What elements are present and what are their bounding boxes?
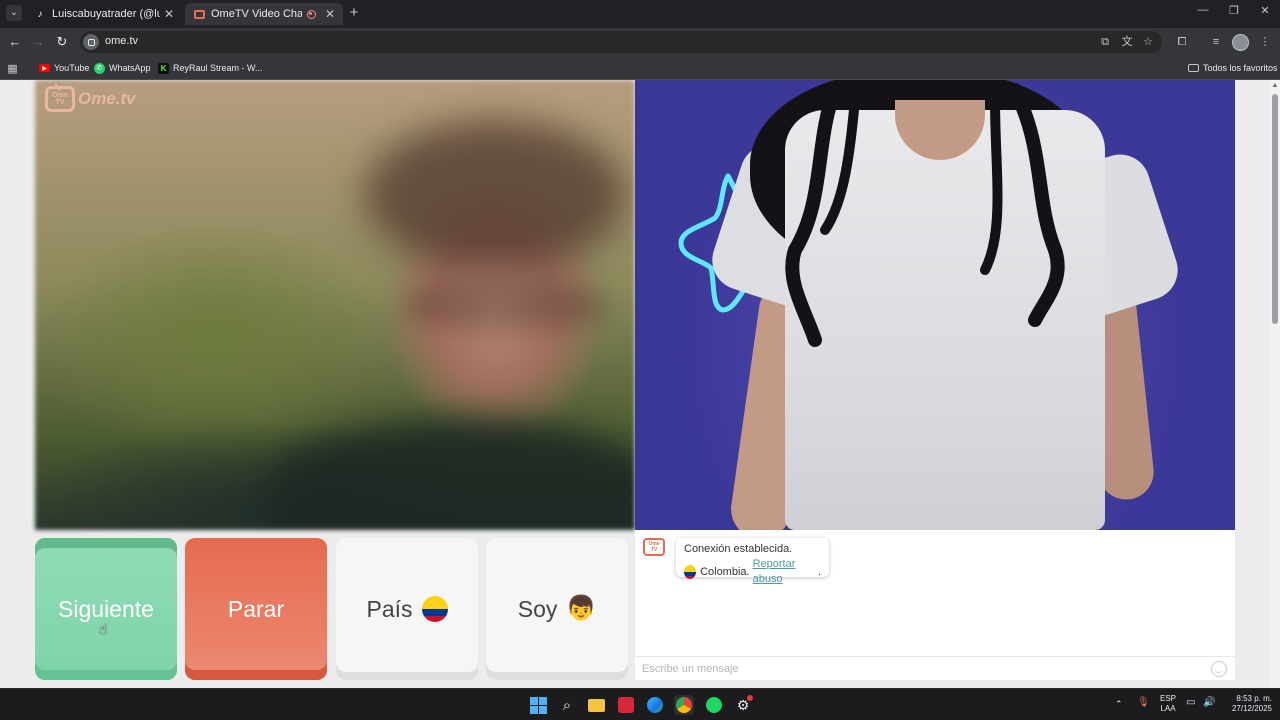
ometv-chat-logo-icon: Ome TV bbox=[643, 538, 665, 556]
app-badge-icon[interactable]: ⚙ bbox=[733, 695, 753, 715]
message-input[interactable] bbox=[642, 661, 1202, 677]
system-message: Conexión establecida. Colombia. Reportar… bbox=[676, 538, 829, 585]
colombia-flag-icon bbox=[684, 565, 697, 579]
youtube-icon: ▶ bbox=[39, 64, 50, 72]
country-label: País bbox=[366, 595, 413, 622]
tab-luiscabuyatrader[interactable]: ♪ Luiscabuyatrader (@luiscaforex ✕ bbox=[26, 3, 182, 25]
logo-text: Ome.tv bbox=[78, 89, 136, 108]
video-blur-shape bbox=[405, 280, 605, 330]
bookmark-whatsapp[interactable]: ✆ WhatsApp bbox=[94, 61, 151, 75]
volume-icon[interactable]: 🔊 bbox=[1203, 698, 1215, 708]
whatsapp-icon: ✆ bbox=[94, 62, 105, 74]
url-text[interactable]: ome.tv bbox=[105, 35, 138, 47]
ometv-favicon-icon bbox=[193, 8, 205, 20]
tv-icon: Ome TV bbox=[45, 86, 75, 112]
scroll-up-icon[interactable]: ▲ bbox=[1271, 82, 1279, 89]
close-tab-icon[interactable]: ✕ bbox=[164, 7, 174, 21]
chat-panel: Ome TV Conexión establecida. Colombia. R… bbox=[635, 530, 1235, 680]
browser-tab-bar: ⌄ ♪ Luiscabuyatrader (@luiscaforex ✕ Ome… bbox=[0, 0, 1280, 28]
spotify-icon[interactable] bbox=[704, 695, 724, 715]
gender-label: Soy bbox=[517, 595, 558, 622]
recording-indicator-icon bbox=[306, 9, 316, 19]
video-blur-shape bbox=[365, 120, 625, 270]
tab-ometv[interactable]: OmeTV Video Chat — Ome ✕ bbox=[185, 3, 343, 25]
tab-title: Luiscabuyatrader (@luiscaforex bbox=[52, 8, 160, 20]
reload-icon[interactable]: ↻ bbox=[53, 34, 71, 50]
hand-cursor-icon: ☝ bbox=[99, 621, 108, 637]
tiktok-icon: ♪ bbox=[37, 8, 43, 20]
local-video bbox=[35, 80, 635, 530]
ometv-logo: Ome TV Ome.tv bbox=[45, 86, 136, 112]
boy-emoji-icon: 👦 bbox=[566, 595, 597, 622]
minimize-button[interactable]: — bbox=[1191, 4, 1215, 16]
show-hidden-icons-chevron-icon[interactable]: ⌃ bbox=[1115, 699, 1123, 709]
edge-icon[interactable] bbox=[645, 695, 665, 715]
chrome-icon[interactable] bbox=[674, 695, 694, 715]
windows-start-icon[interactable] bbox=[528, 695, 548, 715]
next-label: Siguiente bbox=[58, 595, 154, 622]
video-blur-shape bbox=[265, 420, 635, 530]
translate-icon[interactable]: 文 bbox=[1119, 34, 1135, 50]
report-abuse-link[interactable]: Reportar abuso bbox=[753, 557, 818, 587]
bookmarks-bar: ▦ ▶ YouTube ✆ WhatsApp K ReyRaul Stream … bbox=[0, 56, 1280, 80]
language-layout: LAA bbox=[1160, 704, 1176, 713]
extensions-puzzle-icon[interactable]: ⧠ bbox=[1174, 34, 1190, 50]
emoji-smiley-icon[interactable] bbox=[1211, 661, 1227, 677]
bookmark-reyraul[interactable]: K ReyRaul Stream - W... bbox=[158, 61, 263, 75]
clock-time: 8:53 p. m. bbox=[1236, 694, 1272, 703]
folder-icon bbox=[1188, 64, 1199, 72]
forward-arrow-icon[interactable]: → bbox=[29, 34, 47, 50]
profile-avatar[interactable] bbox=[1232, 34, 1249, 51]
clock[interactable]: 8:53 p. m. 27/12/2025 bbox=[1222, 694, 1272, 714]
app-red-icon[interactable] bbox=[616, 695, 636, 715]
bookmarks-folder[interactable]: Todos los favoritos bbox=[1188, 61, 1278, 75]
bookmark-label: WhatsApp bbox=[109, 63, 151, 73]
windows-taskbar: ⌕ ⚙ ⌃ 🎙 ESP LAA ▭ 🔊 8:53 p. m. 27/12/202… bbox=[0, 688, 1280, 720]
partner-country: Colombia. bbox=[700, 565, 750, 578]
next-button[interactable]: Siguiente bbox=[35, 538, 177, 680]
bookmark-youtube[interactable]: ▶ YouTube bbox=[39, 61, 89, 75]
bookmark-star-icon[interactable]: ☆ bbox=[1140, 34, 1156, 50]
language-indicator[interactable]: ESP LAA bbox=[1158, 694, 1178, 714]
back-arrow-icon[interactable]: ← bbox=[6, 34, 24, 50]
install-app-icon[interactable]: ⧉ bbox=[1097, 34, 1113, 50]
tab-search-chevron-icon[interactable]: ⌄ bbox=[6, 5, 22, 21]
restore-button[interactable]: ❐ bbox=[1222, 4, 1246, 17]
gender-button[interactable]: Soy 👦 bbox=[486, 538, 628, 680]
bookmark-label: Todos los favoritos bbox=[1203, 63, 1278, 73]
bookmark-label: YouTube bbox=[54, 63, 90, 73]
network-icon[interactable]: ▭ bbox=[1186, 698, 1195, 708]
language-code: ESP bbox=[1159, 694, 1176, 703]
close-tab-icon[interactable]: ✕ bbox=[325, 7, 335, 21]
country-button[interactable]: País bbox=[336, 538, 478, 680]
message-input-bar bbox=[635, 656, 1235, 680]
menu-kebab-icon[interactable]: ⋮ bbox=[1257, 34, 1273, 50]
ometv-page: Ome TV Ome.tv Siguiente Parar País Soy 👦… bbox=[0, 80, 1280, 688]
browser-toolbar: ← → ↻ ome.tv ⧉ 文 ☆ ⧠ ≡ ⋮ bbox=[0, 28, 1280, 56]
close-window-button[interactable]: ✕ bbox=[1253, 4, 1277, 17]
stop-label: Parar bbox=[227, 595, 285, 622]
kick-icon: K bbox=[158, 62, 169, 74]
media-controls-icon[interactable]: ≡ bbox=[1208, 34, 1224, 50]
tab-title: OmeTV Video Chat — Ome bbox=[211, 8, 302, 20]
microphone-icon[interactable]: 🎙 bbox=[1137, 698, 1150, 708]
page-scrollbar[interactable]: ▲ bbox=[1270, 80, 1280, 688]
search-icon[interactable]: ⌕ bbox=[557, 695, 577, 715]
apps-grid-icon[interactable]: ▦ bbox=[7, 61, 22, 75]
hair-strands-icon bbox=[785, 83, 1065, 347]
bookmark-label: ReyRaul Stream - W... bbox=[173, 63, 263, 73]
stop-button[interactable]: Parar bbox=[185, 538, 327, 680]
remote-video bbox=[635, 80, 1235, 530]
site-info-icon[interactable] bbox=[83, 34, 99, 50]
address-bar[interactable]: ome.tv ⧉ 文 ☆ bbox=[80, 31, 1162, 53]
file-explorer-icon[interactable] bbox=[586, 695, 606, 715]
new-tab-button[interactable]: + bbox=[346, 5, 362, 21]
colombia-flag-icon bbox=[421, 596, 448, 622]
clock-date: 27/12/2025 bbox=[1231, 704, 1272, 713]
connection-message: Conexión establecida. bbox=[684, 543, 793, 555]
scrollbar-thumb[interactable] bbox=[1272, 94, 1278, 324]
report-suffix: . bbox=[817, 565, 821, 578]
